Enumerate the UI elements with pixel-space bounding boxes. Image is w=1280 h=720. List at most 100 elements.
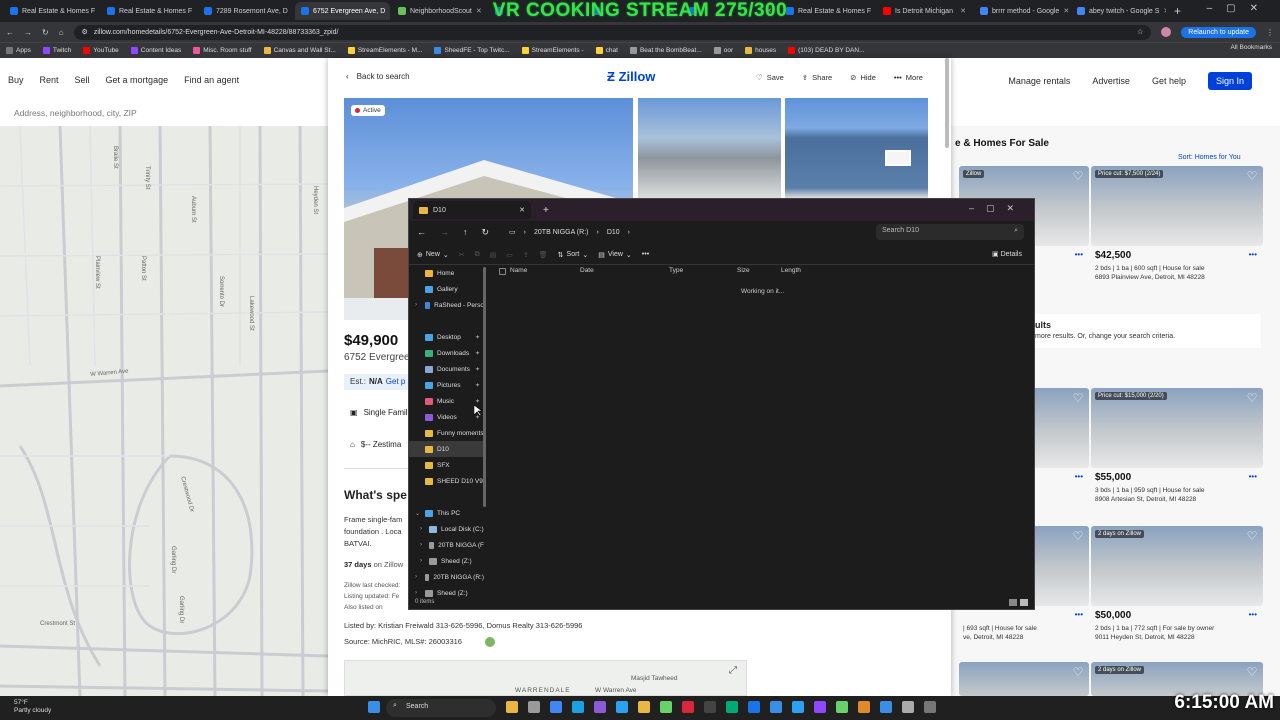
- nav-link[interactable]: Get a mortgage: [106, 75, 169, 85]
- brave-icon[interactable]: [858, 701, 870, 713]
- more-icon[interactable]: •••: [1075, 610, 1083, 619]
- zillow-logo[interactable]: Ƶ Zillow: [607, 69, 655, 84]
- heart-icon[interactable]: ♡: [1245, 391, 1259, 405]
- nav-pane-item[interactable]: › Sheed (Z:): [409, 553, 484, 569]
- pin-icon[interactable]: ✦: [475, 382, 480, 389]
- nav-pane-item[interactable]: Downloads ✦: [409, 345, 484, 361]
- hide-button[interactable]: ⊘ Hide: [850, 73, 876, 82]
- more-icon[interactable]: •••: [1249, 610, 1257, 619]
- cut-icon[interactable]: ✂: [459, 251, 465, 259]
- bookmark-item[interactable]: Twitch: [42, 47, 71, 54]
- more-icon[interactable]: •••: [1075, 250, 1083, 259]
- bookmark-item[interactable]: Beat the BombBeat...: [629, 47, 702, 54]
- bookmark-item[interactable]: StreamElements -: [521, 47, 584, 54]
- column-size[interactable]: Size: [737, 267, 781, 281]
- browser-tab[interactable]: Real Estate & Homes F✕: [4, 2, 99, 20]
- copy-icon[interactable]: ⧉: [475, 251, 480, 259]
- app-icon[interactable]: [748, 701, 760, 713]
- nav-link[interactable]: Rent: [40, 75, 59, 85]
- nav-pane-scrollbar[interactable]: [483, 267, 486, 507]
- browser-tab[interactable]: NeighborhoodScout ✕: [392, 2, 487, 20]
- close-tab-icon[interactable]: ✕: [669, 7, 675, 15]
- folder-icon[interactable]: [638, 701, 650, 713]
- up-arrow-icon[interactable]: ↑: [463, 227, 468, 237]
- spotify-icon[interactable]: [660, 701, 672, 713]
- close-tab-icon[interactable]: ✕: [766, 7, 772, 15]
- close-tab-icon[interactable]: ✕: [476, 7, 482, 15]
- relaunch-button[interactable]: Relaunch to update: [1181, 26, 1256, 38]
- view-button[interactable]: ▤ View ⌄: [598, 251, 632, 259]
- listing-card[interactable]: Price cut: $7,500 (2/24) ♡ $42,500 ••• 2 bds…: [1091, 166, 1263, 296]
- listing-card[interactable]: ♡: [959, 662, 1089, 696]
- nav-pane-item[interactable]: › 20TB NIGGA (R:): [409, 569, 484, 585]
- delete-icon[interactable]: 🗑: [539, 251, 548, 259]
- steam-icon[interactable]: [770, 701, 782, 713]
- listing-card[interactable]: 2 days on Zillow ♡ $50,000 ••• 2 bds | 1 ba …: [1091, 526, 1263, 656]
- close-tab-icon[interactable]: ✕: [960, 7, 966, 15]
- bookmark-star-icon[interactable]: ☆: [1137, 28, 1143, 36]
- close-tab-icon[interactable]: ✕: [389, 7, 390, 15]
- all-bookmarks-link[interactable]: All Bookmarks: [1230, 44, 1272, 51]
- nav-pane-item[interactable]: › 20TB NIGGA (F: [409, 537, 484, 553]
- sort-dropdown[interactable]: Sort: Homes for You: [1178, 154, 1241, 161]
- nav-pane-item[interactable]: Documents ✦: [409, 361, 484, 377]
- nav-pane-item[interactable]: › Sheed (Z:): [409, 585, 484, 599]
- url-field[interactable]: ⚙ zillow.com/homedetails/6752-Evergreen-…: [73, 24, 1152, 40]
- nav-pane-item[interactable]: Funny moments: [409, 425, 484, 441]
- tiles-view-icon[interactable]: [1020, 599, 1028, 606]
- more-icon[interactable]: •••: [1075, 472, 1083, 481]
- nav-link[interactable]: Get help: [1152, 76, 1186, 86]
- store-icon[interactable]: [880, 701, 892, 713]
- column-length[interactable]: Length: [781, 267, 841, 281]
- nav-link[interactable]: Manage rentals: [1008, 76, 1070, 86]
- expand-chevron-icon[interactable]: ›: [415, 302, 417, 308]
- nav-pane-item[interactable]: SHEED D10 V9: [409, 473, 484, 489]
- expand-chevron-icon[interactable]: ›: [420, 558, 422, 564]
- browser-tab[interactable]: brrrr method - Google ✕: [974, 2, 1069, 20]
- nav-link[interactable]: Advertise: [1092, 76, 1130, 86]
- listing-card-photo[interactable]: Price cut: $7,500 (2/24) ♡: [1091, 166, 1263, 246]
- bookmark-item[interactable]: chat: [595, 47, 618, 54]
- back-to-search-link[interactable]: ‹ Back to search: [346, 72, 410, 81]
- pin-icon[interactable]: ✦: [475, 334, 480, 341]
- heart-icon[interactable]: ♡: [1071, 169, 1085, 183]
- home-icon[interactable]: ⌂: [59, 28, 64, 37]
- bookmark-item[interactable]: StreamElements - M...: [347, 47, 422, 54]
- listing-card[interactable]: 2 days on Zillow ♡: [1091, 662, 1263, 696]
- heart-icon[interactable]: ♡: [1071, 529, 1085, 543]
- back-arrow-icon[interactable]: ←: [417, 227, 426, 237]
- nav-pane-item[interactable]: › Local Disk (C:): [409, 521, 484, 537]
- heart-icon[interactable]: ♡: [1245, 529, 1259, 543]
- nav-pane-item[interactable]: SFX: [409, 457, 484, 473]
- bookmark-item[interactable]: SheedFE - Top Twitc...: [434, 47, 510, 54]
- obs-icon[interactable]: [594, 701, 606, 713]
- more-button[interactable]: ••• More: [894, 73, 923, 82]
- nav-pane-item[interactable]: Pictures ✦: [409, 377, 484, 393]
- file-explorer-icon[interactable]: [528, 701, 540, 713]
- explorer-tab[interactable]: D10 ✕: [413, 201, 531, 219]
- listing-map[interactable]: W Warren Ave Braile St Trinity St Patton St…: [0, 126, 328, 696]
- browser-tab[interactable]: ✕: [586, 2, 681, 20]
- new-tab-plus-icon[interactable]: +: [1168, 4, 1187, 18]
- details-view-icon[interactable]: [1009, 599, 1017, 606]
- edge-icon[interactable]: [572, 701, 584, 713]
- column-date[interactable]: Date: [580, 267, 669, 281]
- nav-pane-item[interactable]: Gallery: [409, 281, 484, 297]
- browser-tab[interactable]: Real Estate & Homes F✕: [780, 2, 875, 20]
- bookmark-item[interactable]: Apps: [6, 47, 31, 54]
- detail-scrollbar[interactable]: [945, 58, 949, 148]
- excel-icon[interactable]: [726, 701, 738, 713]
- location-search-input[interactable]: Address, neighborhood, city, ZIP: [14, 108, 137, 118]
- taskbar-search-box[interactable]: ⌕ Search: [386, 699, 496, 717]
- nav-pane-item[interactable]: Videos ✦: [409, 409, 484, 425]
- share-icon[interactable]: ⇪: [523, 251, 529, 259]
- weather-widget[interactable]: 57°F Partly cloudy: [14, 699, 51, 715]
- close-tab-icon[interactable]: ✕: [1063, 7, 1069, 15]
- browser-tab[interactable]: Real Estate & Homes F✕: [101, 2, 196, 20]
- listing-photo-2[interactable]: [638, 98, 781, 198]
- more-options-icon[interactable]: •••: [642, 251, 649, 258]
- browser-tab[interactable]: abey twitch - Google S✕: [1071, 2, 1166, 20]
- select-all-checkbox[interactable]: [499, 268, 506, 275]
- listing-photo-3[interactable]: [785, 98, 928, 198]
- expand-chevron-icon[interactable]: ›: [420, 542, 422, 548]
